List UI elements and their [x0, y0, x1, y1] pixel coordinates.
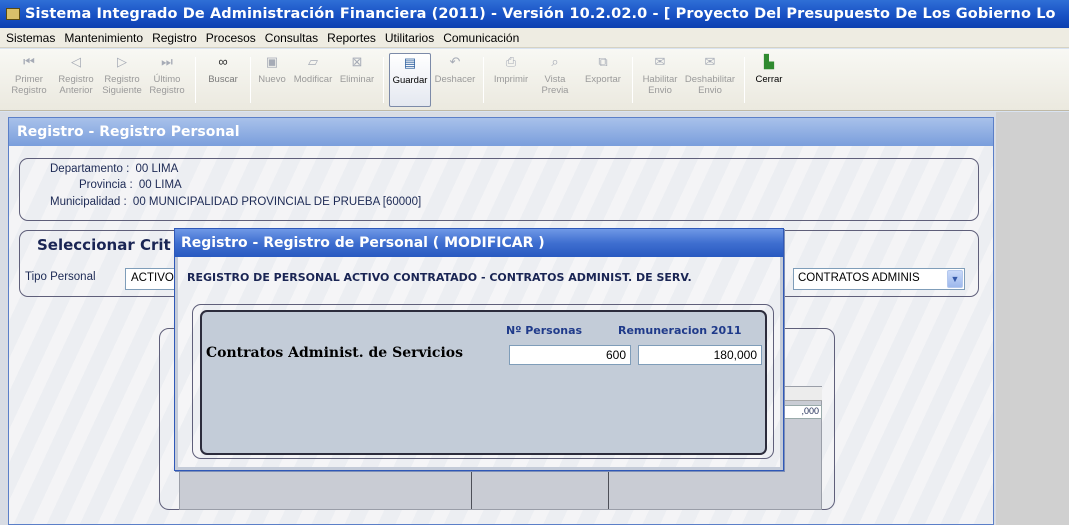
municipalidad-value: 00 MUNICIPALIDAD PROVINCIAL DE PRUEBA [6… — [132, 196, 422, 208]
nuevo-button[interactable]: ▣ Nuevo — [255, 53, 289, 107]
window-title: Sistema Integrado De Administración Fina… — [25, 6, 1056, 22]
personas-column-header: Nº Personas — [506, 324, 583, 337]
provincia-row: Provincia : 00 LIMA — [79, 179, 182, 191]
remuneracion-input[interactable]: 180,000 — [638, 345, 762, 365]
guardar-button[interactable]: ▤ Guardar — [389, 53, 431, 107]
menu-sistemas[interactable]: Sistemas — [6, 31, 55, 45]
window-titlebar: Sistema Integrado De Administración Fina… — [0, 0, 1069, 28]
save-icon: ▤ — [403, 54, 417, 70]
dialog-panel: Nº Personas Remuneracion 2011 Contratos … — [200, 310, 767, 455]
contratos-row-label: Contratos Administ. de Servicios — [206, 345, 463, 361]
buscar-button[interactable]: ∞ Buscar — [203, 53, 243, 107]
tipo-contrato-select[interactable]: CONTRATOS ADMINIS ▼ — [793, 268, 965, 290]
seleccionar-criterio-title: Seleccionar Crit — [37, 236, 171, 254]
mail-disable-icon: ✉ — [704, 53, 716, 69]
modificar-dialog-body: REGISTRO DE PERSONAL ACTIVO CONTRATADO -… — [178, 257, 780, 467]
registro-siguiente-button[interactable]: ▷ Registro Siguiente — [100, 53, 144, 107]
exportar-button[interactable]: ⧉ Exportar — [582, 53, 624, 107]
edit-icon: ▱ — [308, 53, 318, 69]
chevron-down-icon[interactable]: ▼ — [947, 270, 963, 288]
undo-icon: ↶ — [449, 53, 461, 69]
menu-mantenimiento[interactable]: Mantenimiento — [64, 31, 143, 45]
deshabilitar-envio-button[interactable]: ✉ Deshabilitar Envio — [682, 53, 738, 107]
first-record-icon: ⏮ — [23, 53, 35, 69]
delete-icon: ⊠ — [351, 53, 363, 69]
menu-bar: Sistemas Mantenimiento Registro Procesos… — [0, 28, 1069, 48]
new-document-icon: ▣ — [265, 53, 279, 69]
dialog-header-text: REGISTRO DE PERSONAL ACTIVO CONTRATADO -… — [187, 271, 692, 284]
deshacer-button[interactable]: ↶ Deshacer — [434, 53, 476, 107]
toolbar-separator — [632, 57, 633, 103]
tipo-personal-label: Tipo Personal — [25, 271, 96, 283]
app-icon — [6, 8, 20, 20]
provincia-label: Provincia : — [79, 179, 133, 191]
binoculars-icon: ∞ — [218, 53, 228, 69]
printer-icon: ⎙ — [505, 53, 517, 69]
next-icon: ▷ — [117, 53, 127, 69]
toolbar-separator — [250, 57, 251, 103]
toolbar-separator — [483, 57, 484, 103]
departamento-value: 00 LIMA — [135, 163, 179, 175]
grid-cell[interactable]: ,000 — [780, 405, 822, 419]
modificar-dialog-title: Registro - Registro de Personal ( MODIFI… — [175, 229, 783, 257]
preview-icon: ⌕ — [551, 53, 559, 69]
mdi-right-panel — [996, 112, 1069, 525]
menu-registro[interactable]: Registro — [152, 31, 197, 45]
menu-utilitarios[interactable]: Utilitarios — [385, 31, 434, 45]
ultimo-registro-button[interactable]: ⏭ Último Registro — [146, 53, 188, 107]
eliminar-button[interactable]: ⊠ Eliminar — [338, 53, 376, 107]
primer-registro-button[interactable]: ⏮ Primer Registro — [11, 53, 46, 107]
menu-reportes[interactable]: Reportes — [327, 31, 376, 45]
menu-consultas[interactable]: Consultas — [265, 31, 318, 45]
registro-personal-title: Registro - Registro Personal — [9, 118, 993, 146]
mail-enable-icon: ✉ — [654, 53, 666, 69]
vista-previa-button[interactable]: ⌕ Vista Previa — [538, 53, 572, 107]
toolbar-separator — [195, 57, 196, 103]
toolbar: ⏮ Primer Registro ◁ Registro Anterior ▷ … — [0, 49, 1069, 111]
toolbar-separator — [744, 57, 745, 103]
municipalidad-row: Municipalidad : 00 MUNICIPALIDAD PROVINC… — [50, 196, 421, 208]
departamento-label: Departamento : — [50, 163, 130, 175]
toolbar-separator — [383, 57, 384, 103]
export-icon: ⧉ — [598, 53, 608, 69]
last-record-icon: ⏭ — [161, 53, 173, 69]
habilitar-envio-button[interactable]: ✉ Habilitar Envio — [640, 53, 680, 107]
menu-procesos[interactable]: Procesos — [206, 31, 256, 45]
registro-anterior-button[interactable]: ◁ Registro Anterior — [56, 53, 96, 107]
menu-comunicacion[interactable]: Comunicación — [443, 31, 519, 45]
modificar-dialog: Registro - Registro de Personal ( MODIFI… — [174, 228, 784, 471]
imprimir-button[interactable]: ⎙ Imprimir — [490, 53, 532, 107]
municipalidad-label: Municipalidad : — [50, 196, 127, 208]
ubicacion-group: Departamento : 00 LIMA Provincia : 00 LI… — [19, 158, 979, 221]
previous-icon: ◁ — [71, 53, 81, 69]
departamento-row: Departamento : 00 LIMA — [50, 163, 178, 175]
modificar-button[interactable]: ▱ Modificar — [291, 53, 335, 107]
personas-input[interactable]: 600 — [509, 345, 631, 365]
provincia-value: 00 LIMA — [138, 179, 182, 191]
remuneracion-column-header: Remuneracion 2011 — [618, 324, 742, 337]
cerrar-button[interactable]: ▙ Cerrar — [752, 53, 786, 107]
exit-icon: ▙ — [764, 53, 774, 69]
tipo-contrato-value: CONTRATOS ADMINIS — [798, 272, 920, 284]
